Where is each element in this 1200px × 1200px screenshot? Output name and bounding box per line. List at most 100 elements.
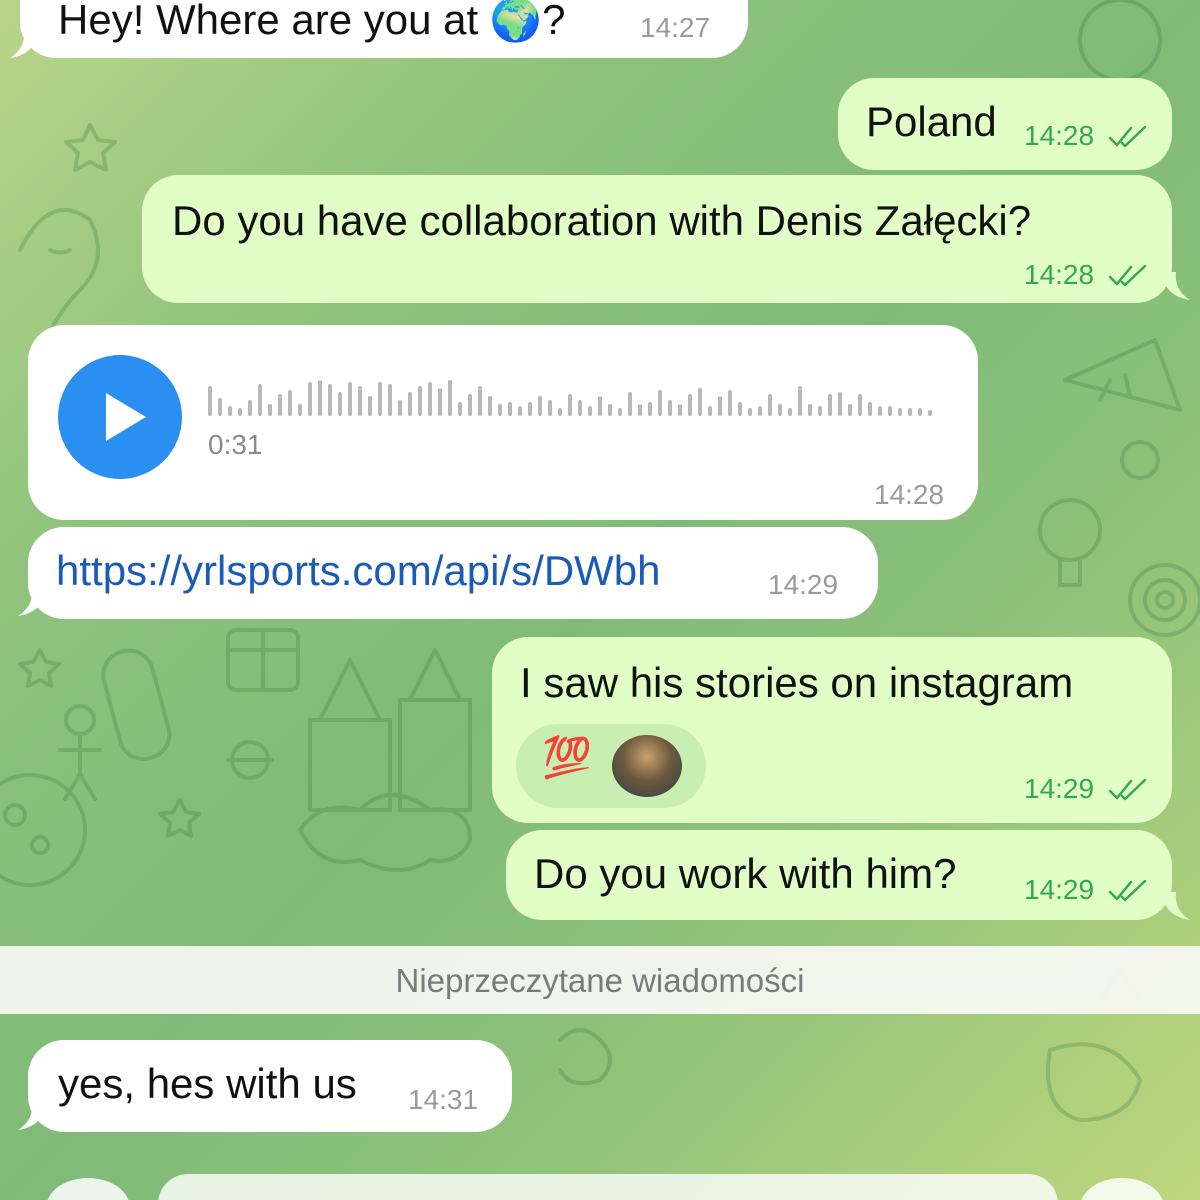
compose-bar bbox=[47, 1174, 1163, 1200]
waveform-bar bbox=[278, 394, 282, 416]
message-bubble-outgoing[interactable]: Poland 14:28 bbox=[838, 78, 1172, 170]
waveform-bar bbox=[438, 388, 442, 416]
waveform-bar bbox=[658, 390, 662, 416]
waveform-bar bbox=[688, 394, 692, 416]
waveform-bar bbox=[588, 406, 592, 416]
waveform-bar bbox=[458, 402, 462, 416]
waveform-bar bbox=[808, 404, 812, 416]
waveform-bar bbox=[778, 404, 782, 416]
waveform-bar bbox=[388, 384, 392, 416]
waveform-bar bbox=[408, 392, 412, 416]
waveform-bar bbox=[448, 380, 452, 416]
message-time: 14:31 bbox=[408, 1084, 479, 1115]
double-check-icon bbox=[1108, 265, 1147, 287]
waveform-bar bbox=[908, 408, 912, 416]
waveform-bar bbox=[488, 396, 492, 416]
waveform-bar bbox=[608, 404, 612, 416]
message-bubble-outgoing[interactable]: Do you work with him? 14:29 bbox=[506, 830, 1172, 920]
waveform-bar bbox=[838, 392, 842, 416]
waveform-bar bbox=[878, 406, 882, 416]
bubble-tail bbox=[18, 1102, 46, 1130]
message-text: Hey! Where are you at 🌍? bbox=[58, 0, 566, 43]
waveform-bar bbox=[758, 406, 762, 416]
waveform-bar bbox=[538, 396, 542, 416]
bubble-tail bbox=[1162, 272, 1190, 300]
bubble-tail bbox=[1162, 892, 1190, 920]
waveform-bar bbox=[248, 400, 252, 416]
message-bubble-outgoing[interactable]: Do you have collaboration with Denis Zał… bbox=[142, 175, 1172, 303]
waveform-bar bbox=[618, 408, 622, 416]
waveform-bar bbox=[888, 406, 892, 416]
waveform-bar bbox=[228, 406, 232, 416]
waveform-bar bbox=[628, 392, 632, 416]
waveform-bar bbox=[498, 404, 502, 416]
waveform-bar bbox=[548, 400, 552, 416]
message-text: Poland bbox=[866, 98, 997, 145]
waveform-bar bbox=[528, 402, 532, 416]
voice-duration: 0:31 bbox=[208, 429, 263, 460]
bubble-tail bbox=[18, 588, 46, 616]
message-time: 14:29 bbox=[768, 569, 839, 600]
waveform-bar bbox=[428, 382, 432, 416]
waveform-bar bbox=[218, 398, 222, 416]
waveform-bar bbox=[298, 404, 302, 416]
message-bubble-incoming[interactable]: https://yrlsports.com/api/s/DWbh 14:29 bbox=[28, 527, 878, 619]
message-time: 14:28 bbox=[874, 479, 945, 510]
waveform-bar bbox=[918, 408, 922, 416]
waveform-bar bbox=[558, 408, 562, 416]
waveform-bar bbox=[858, 394, 862, 416]
waveform-bar bbox=[568, 394, 572, 416]
waveform-bar bbox=[928, 410, 932, 416]
waveform-bar bbox=[868, 402, 872, 416]
sender-avatar[interactable] bbox=[612, 735, 682, 797]
double-check-icon bbox=[1108, 126, 1147, 148]
waveform-bar bbox=[268, 404, 272, 416]
message-input bbox=[158, 1174, 1058, 1200]
waveform-bar bbox=[258, 384, 262, 416]
waveform-bar bbox=[398, 400, 402, 416]
message-text: Do you work with him? bbox=[534, 850, 957, 897]
waveform-bar bbox=[318, 380, 322, 416]
waveform-bar bbox=[768, 394, 772, 416]
waveform-bar bbox=[718, 396, 722, 416]
waveform-bar bbox=[598, 396, 602, 416]
waveform-bar bbox=[728, 390, 732, 416]
waveform-bar bbox=[478, 386, 482, 416]
waveform-bar bbox=[668, 400, 672, 416]
waveform-bar bbox=[578, 400, 582, 416]
waveform-bar bbox=[698, 388, 702, 416]
play-button[interactable] bbox=[58, 355, 182, 479]
message-bubble-incoming[interactable]: yes, hes with us 14:31 bbox=[28, 1040, 512, 1132]
waveform-bar bbox=[818, 406, 822, 416]
waveform-bar bbox=[328, 384, 332, 416]
waveform-bar bbox=[748, 408, 752, 416]
waveform-bar bbox=[368, 396, 372, 416]
voice-waveform[interactable] bbox=[208, 372, 938, 416]
waveform-bar bbox=[338, 392, 342, 416]
double-check-icon bbox=[1108, 880, 1147, 902]
message-link[interactable]: https://yrlsports.com/api/s/DWbh bbox=[56, 547, 661, 595]
waveform-bar bbox=[358, 386, 362, 416]
waveform-bar bbox=[508, 402, 512, 416]
waveform-bar bbox=[468, 394, 472, 416]
waveform-bar bbox=[378, 382, 382, 416]
bubble-tail bbox=[10, 30, 38, 58]
waveform-bar bbox=[798, 386, 802, 416]
waveform-bar bbox=[308, 382, 312, 416]
message-time: 14:29 bbox=[1024, 874, 1095, 905]
waveform-bar bbox=[738, 402, 742, 416]
unread-divider: Nieprzeczytane wiadomości bbox=[0, 946, 1200, 1014]
attach-button bbox=[47, 1178, 129, 1200]
message-bubble-incoming[interactable]: Hey! Where are you at 🌍? 14:27 bbox=[20, 0, 748, 58]
waveform-bar bbox=[708, 406, 712, 416]
message-text: I saw his stories on instagram bbox=[520, 659, 1074, 706]
waveform-bar bbox=[288, 390, 292, 416]
message-time: 14:27 bbox=[640, 12, 711, 43]
message-time: 14:29 bbox=[1024, 773, 1095, 804]
message-text: yes, hes with us bbox=[58, 1060, 357, 1107]
waveform-bar bbox=[788, 408, 792, 416]
waveform-bar bbox=[648, 402, 652, 416]
message-time: 14:28 bbox=[1024, 120, 1095, 151]
waveform-bar bbox=[898, 408, 902, 416]
waveform-bar bbox=[678, 404, 682, 416]
